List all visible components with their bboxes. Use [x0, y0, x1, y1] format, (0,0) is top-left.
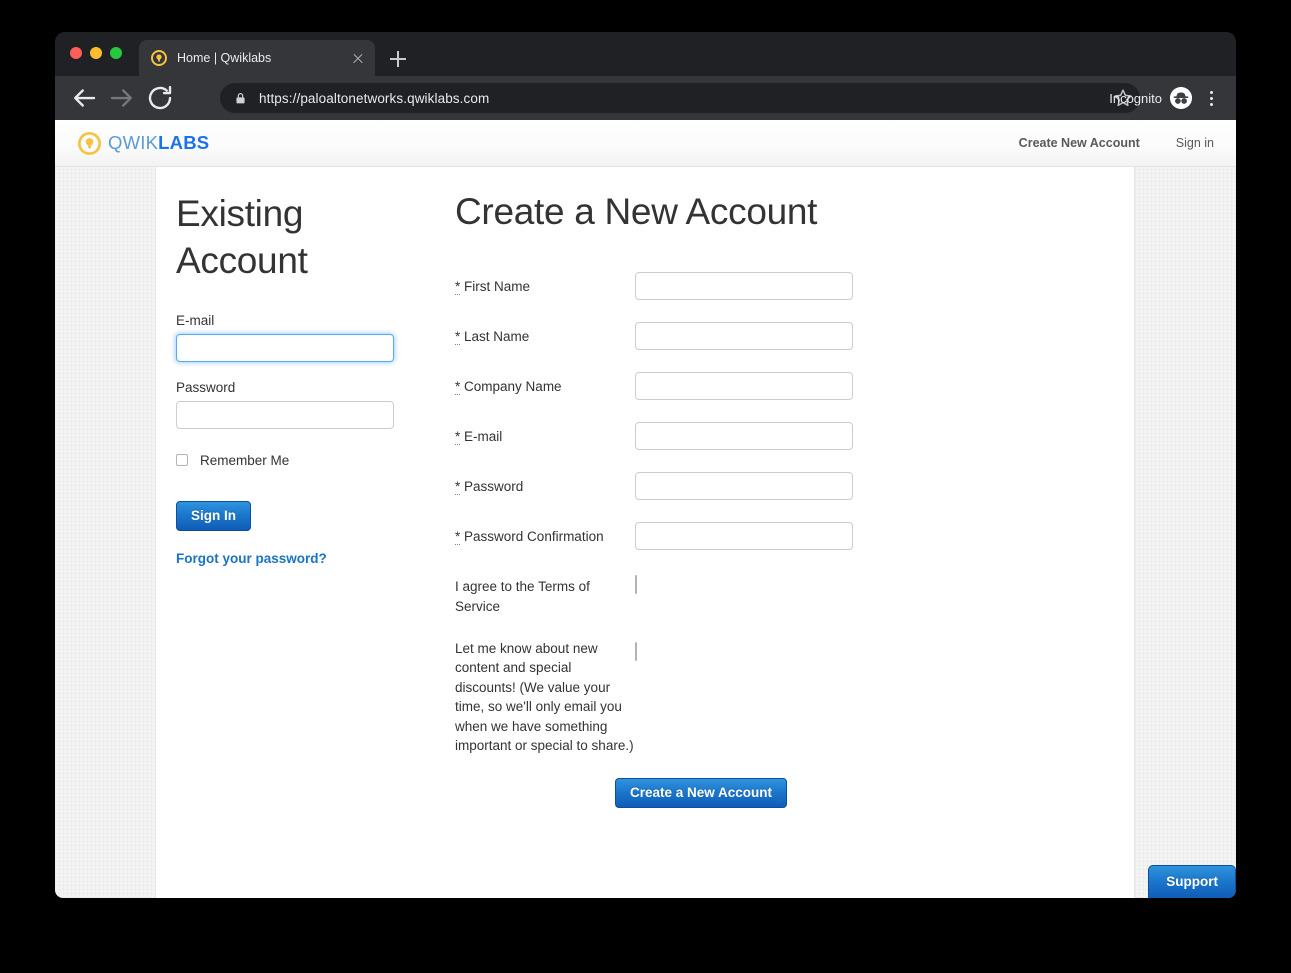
- existing-account-panel: Existing Account E-mail Password Remembe…: [156, 190, 398, 808]
- form-columns: Existing Account E-mail Password Remembe…: [156, 166, 1134, 809]
- create-account-panel: Create a New Account * First Name * Last…: [398, 190, 1134, 809]
- required-marker: *: [455, 329, 461, 346]
- company-name-label: * Company Name: [455, 372, 635, 397]
- forward-arrow-icon[interactable]: [107, 83, 137, 113]
- create-account-heading: Create a New Account: [455, 191, 818, 232]
- required-marker: *: [455, 429, 461, 446]
- last-name-label: * Last Name: [455, 322, 635, 347]
- incognito-label: Incognito: [1109, 90, 1162, 106]
- signin-email-input[interactable]: [176, 333, 394, 362]
- first-name-input[interactable]: [635, 272, 853, 301]
- plus-icon[interactable]: [385, 46, 411, 72]
- nav-sign-in[interactable]: Sign in: [1176, 136, 1214, 150]
- form-row-last-name: * Last Name: [455, 322, 1134, 351]
- form-row-first-name: * First Name: [455, 272, 1134, 301]
- newsletter-checkbox[interactable]: [635, 641, 637, 661]
- screenshot-root: Home | Qwiklabs https://paloaltonetworks…: [0, 0, 1291, 973]
- form-row-company-name: * Company Name: [455, 372, 1134, 401]
- form-row-password: * Password: [455, 472, 1134, 501]
- browser-window: Home | Qwiklabs https://paloaltonetworks…: [55, 32, 1236, 898]
- remember-me-label: Remember Me: [200, 452, 290, 468]
- create-account-button[interactable]: Create a New Account: [615, 777, 788, 809]
- form-row-password-confirmation: * Password Confirmation: [455, 522, 1134, 551]
- submit-row: Create a New Account: [615, 777, 1134, 809]
- close-icon[interactable]: [347, 47, 369, 69]
- brand-labs: LABS: [158, 131, 210, 153]
- site-nav: Create New Account Sign in: [1019, 136, 1214, 150]
- existing-account-heading: Existing Account: [176, 193, 308, 282]
- first-name-label-text: First Name: [464, 279, 531, 295]
- site-header: QWIKLABS Create New Account Sign in: [55, 120, 1236, 167]
- signup-email-label-text: E-mail: [464, 429, 503, 445]
- password-confirmation-label-text: Password Confirmation: [464, 529, 604, 545]
- newsletter-label: Let me know about new content and specia…: [455, 640, 634, 754]
- form-row-email: * E-mail: [455, 422, 1134, 451]
- browser-tab[interactable]: Home | Qwiklabs: [139, 40, 375, 76]
- form-row-terms: I agree to the Terms of Service: [455, 572, 1134, 616]
- required-marker: *: [455, 279, 461, 296]
- signup-email-label: * E-mail: [455, 422, 635, 447]
- incognito-avatar-icon[interactable]: [1170, 87, 1192, 109]
- password-confirmation-input[interactable]: [635, 522, 853, 551]
- back-arrow-icon[interactable]: [69, 83, 99, 113]
- signup-password-input[interactable]: [635, 472, 853, 501]
- first-name-label: * First Name: [455, 272, 635, 297]
- kebab-menu-icon[interactable]: [1200, 87, 1222, 109]
- last-name-input[interactable]: [635, 322, 853, 351]
- brand-qwik: QWIK: [108, 131, 159, 153]
- signup-password-label: * Password: [455, 472, 635, 497]
- remember-me-checkbox[interactable]: [176, 454, 188, 467]
- terms-checkbox[interactable]: [635, 575, 637, 595]
- page-viewport: QWIKLABS Create New Account Sign in Exis…: [55, 120, 1236, 898]
- browser-toolbar: https://paloaltonetworks.qwiklabs.com In…: [55, 76, 1236, 120]
- brand-wordmark: QWIKLABS: [108, 131, 210, 153]
- forgot-password-link[interactable]: Forgot your password?: [176, 551, 327, 566]
- required-marker: *: [455, 529, 461, 546]
- company-name-label-text: Company Name: [464, 379, 562, 395]
- nav-create-new-account[interactable]: Create New Account: [1019, 136, 1140, 150]
- signin-password-input[interactable]: [176, 400, 394, 429]
- url-text[interactable]: https://paloaltonetworks.qwiklabs.com: [259, 91, 489, 106]
- company-name-input[interactable]: [635, 372, 853, 401]
- qwiklabs-logo-icon: [78, 131, 101, 155]
- maximize-window-button[interactable]: [110, 47, 122, 59]
- address-bar[interactable]: https://paloaltonetworks.qwiklabs.com: [220, 83, 1140, 113]
- newsletter-checkbox-cell: [635, 639, 853, 661]
- sign-in-button[interactable]: Sign In: [176, 500, 251, 532]
- required-marker: *: [455, 479, 461, 496]
- remember-me-row[interactable]: Remember Me: [176, 453, 398, 468]
- terms-label: I agree to the Terms of Service: [455, 579, 590, 614]
- tab-title: Home | Qwiklabs: [177, 51, 272, 65]
- signin-password-label: Password: [176, 379, 236, 395]
- signin-email-label: E-mail: [176, 312, 215, 328]
- last-name-label-text: Last Name: [464, 329, 530, 345]
- qwiklabs-favicon-icon: [151, 50, 167, 66]
- required-marker: *: [455, 379, 461, 396]
- signup-password-label-text: Password: [464, 479, 524, 495]
- incognito-indicator[interactable]: Incognito: [1109, 76, 1192, 120]
- reload-icon[interactable]: [145, 83, 175, 113]
- tab-strip: Home | Qwiklabs: [55, 32, 1236, 76]
- site-logo[interactable]: QWIKLABS: [78, 131, 210, 155]
- lock-icon: [234, 92, 247, 105]
- signup-email-input[interactable]: [635, 422, 853, 451]
- content-card: Existing Account E-mail Password Remembe…: [155, 166, 1135, 898]
- window-controls: [70, 47, 122, 59]
- close-window-button[interactable]: [70, 47, 82, 59]
- signin-button-wrap: Sign In: [176, 500, 398, 532]
- form-row-newsletter: Let me know about new content and specia…: [455, 639, 1134, 756]
- password-confirmation-label: * Password Confirmation: [455, 522, 635, 547]
- terms-checkbox-cell: [635, 572, 853, 595]
- support-button[interactable]: Support: [1148, 864, 1236, 898]
- minimize-window-button[interactable]: [90, 47, 102, 59]
